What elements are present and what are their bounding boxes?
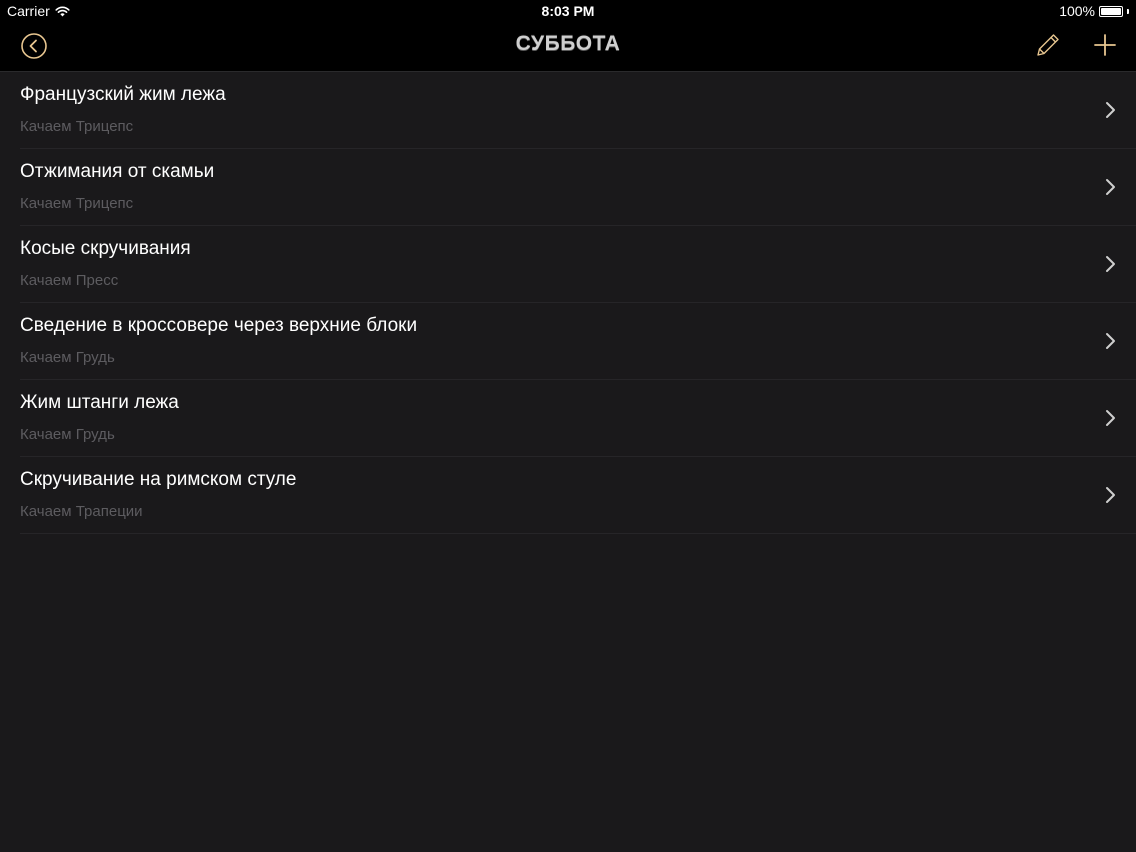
exercise-muscle-group: Качаем Трицепс — [20, 118, 134, 135]
battery-fill — [1101, 7, 1121, 15]
back-circle-icon[interactable] — [20, 32, 48, 60]
battery-icon — [1099, 5, 1123, 17]
exercise-title: Отжимания от скамьи — [20, 161, 215, 182]
exercise-title: Косые скручивания — [20, 238, 191, 259]
exercise-muscle-group: Качаем Пресс — [20, 272, 119, 289]
table-row[interactable]: Сведение в кроссовере через верхние блок… — [0, 303, 1136, 380]
status-time: 8:03 PM — [541, 3, 595, 19]
exercise-title: Скручивание на римском стуле — [20, 469, 297, 490]
exercise-list: Французский жим лежа Качаем Трицепс Отжи… — [0, 72, 1136, 534]
exercise-muscle-group: Качаем Трапеции — [20, 503, 143, 520]
pencil-icon[interactable] — [1034, 31, 1062, 59]
table-row[interactable]: Скручивание на римском стуле Качаем Трап… — [0, 457, 1136, 534]
exercise-muscle-group: Качаем Грудь — [20, 426, 115, 443]
exercise-title: Сведение в кроссовере через верхние блок… — [20, 315, 418, 336]
table-row[interactable]: Французский жим лежа Качаем Трицепс — [0, 72, 1136, 149]
chevron-right-icon — [1106, 179, 1115, 195]
chevron-right-icon — [1106, 102, 1115, 118]
exercise-muscle-group: Качаем Грудь — [20, 349, 115, 366]
chevron-right-icon — [1106, 333, 1115, 349]
chevron-right-icon — [1106, 256, 1115, 272]
chevron-right-icon — [1106, 487, 1115, 503]
page-title: СУББОТА — [515, 32, 621, 55]
table-row[interactable]: Жим штанги лежа Качаем Грудь — [0, 380, 1136, 457]
chevron-right-icon — [1106, 410, 1115, 426]
table-row[interactable]: Косые скручивания Качаем Пресс — [0, 226, 1136, 303]
navigation-bar: СУББОТА — [0, 22, 1136, 72]
exercise-muscle-group: Качаем Трицепс — [20, 195, 134, 212]
status-right: 100% — [1059, 3, 1129, 19]
battery-percent: 100% — [1059, 3, 1095, 19]
exercise-title: Французский жим лежа — [20, 84, 226, 105]
battery-tip — [1127, 8, 1129, 14]
plus-icon[interactable] — [1091, 31, 1119, 59]
status-bar: Carrier 8:03 PM 100% — [0, 0, 1136, 22]
exercise-title: Жим штанги лежа — [20, 392, 179, 413]
table-row[interactable]: Отжимания от скамьи Качаем Трицепс — [0, 149, 1136, 226]
